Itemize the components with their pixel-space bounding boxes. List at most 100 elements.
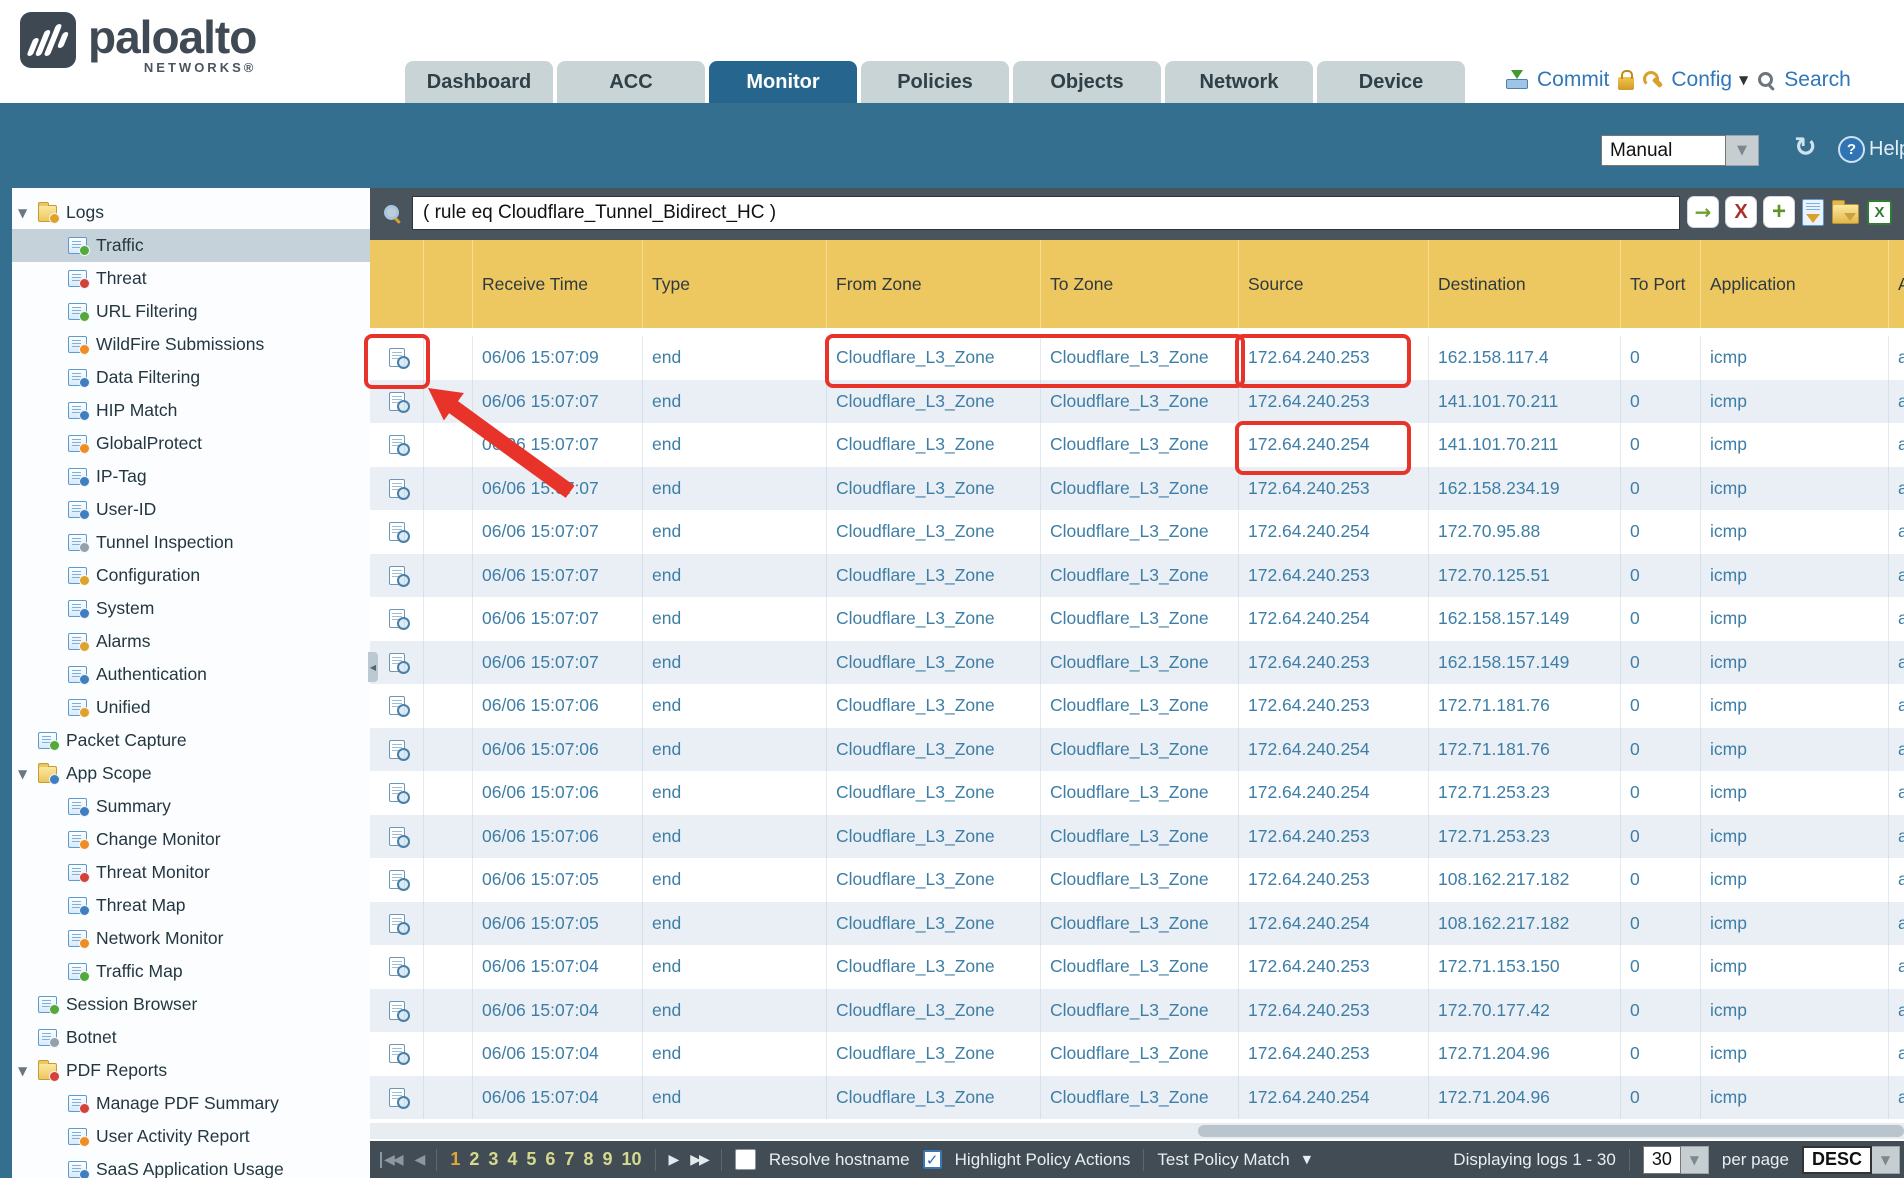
log-detail-icon[interactable] [389, 435, 405, 454]
lock-icon[interactable] [1618, 77, 1634, 90]
cell-from-zone[interactable]: Cloudflare_L3_Zone [826, 771, 1040, 815]
cell-to-port[interactable]: 0 [1620, 380, 1700, 424]
page-number-8[interactable]: 8 [583, 1149, 593, 1170]
cell-application[interactable]: icmp [1700, 467, 1888, 511]
cell-to-zone[interactable]: Cloudflare_L3_Zone [1040, 771, 1238, 815]
cell-destination[interactable]: 172.70.177.42 [1428, 989, 1620, 1033]
cell-from-zone[interactable]: Cloudflare_L3_Zone [826, 336, 1040, 380]
log-row[interactable]: 06/06 15:07:07endCloudflare_L3_ZoneCloud… [370, 467, 1904, 511]
sidebar-item-authentication[interactable]: Authentication [12, 658, 370, 691]
cell-to-zone[interactable]: Cloudflare_L3_Zone [1040, 1032, 1238, 1076]
log-row[interactable]: 06/06 15:07:05endCloudflare_L3_ZoneCloud… [370, 902, 1904, 946]
log-row[interactable]: 06/06 15:07:06endCloudflare_L3_ZoneCloud… [370, 771, 1904, 815]
cell-to-zone[interactable]: Cloudflare_L3_Zone [1040, 336, 1238, 380]
commit-mode-select[interactable]: Manual ▼ [1601, 135, 1759, 166]
cell-source[interactable]: 172.64.240.253 [1238, 554, 1428, 598]
cell-destination[interactable]: 162.158.157.149 [1428, 641, 1620, 685]
cell-destination[interactable]: 172.71.181.76 [1428, 728, 1620, 772]
cell-from-zone[interactable]: Cloudflare_L3_Zone [826, 380, 1040, 424]
tab-objects[interactable]: Objects [1013, 61, 1161, 103]
log-row[interactable]: 06/06 15:07:07endCloudflare_L3_ZoneCloud… [370, 554, 1904, 598]
cell-to-port[interactable]: 0 [1620, 423, 1700, 467]
page-number-2[interactable]: 2 [469, 1149, 479, 1170]
tab-device[interactable]: Device [1317, 61, 1465, 103]
sidebar-item-user-activity-report[interactable]: User Activity Report [12, 1120, 370, 1153]
col-receive-time[interactable]: Receive Time [472, 240, 642, 328]
cell-application[interactable]: icmp [1700, 336, 1888, 380]
log-detail-icon[interactable] [389, 653, 405, 672]
cell-source[interactable]: 172.64.240.254 [1238, 597, 1428, 641]
cell-source[interactable]: 172.64.240.253 [1238, 815, 1428, 859]
cell-from-zone[interactable]: Cloudflare_L3_Zone [826, 858, 1040, 902]
log-detail-icon[interactable] [389, 609, 405, 628]
config-button[interactable]: Config [1671, 68, 1732, 92]
col-application[interactable]: Application [1700, 240, 1888, 328]
first-page-button[interactable]: ◀◀ [380, 1152, 402, 1168]
cell-from-zone[interactable]: Cloudflare_L3_Zone [826, 1032, 1040, 1076]
cell-from-zone[interactable]: Cloudflare_L3_Zone [826, 945, 1040, 989]
help-control[interactable]: ? Help [1838, 136, 1904, 163]
col-type[interactable]: Type [642, 240, 826, 328]
log-detail-icon[interactable] [389, 740, 405, 759]
cell-to-zone[interactable]: Cloudflare_L3_Zone [1040, 858, 1238, 902]
clear-filter-button[interactable]: X [1726, 197, 1756, 227]
log-detail-icon[interactable] [389, 392, 405, 411]
cell-application[interactable]: icmp [1700, 945, 1888, 989]
cell-source[interactable]: 172.64.240.253 [1238, 989, 1428, 1033]
sidebar-item-summary[interactable]: Summary [12, 790, 370, 823]
sort-order-dropdown-button[interactable]: ▼ [1872, 1146, 1900, 1174]
cell-source[interactable]: 172.64.240.253 [1238, 684, 1428, 728]
cell-from-zone[interactable]: Cloudflare_L3_Zone [826, 902, 1040, 946]
sidebar-item-data-filtering[interactable]: Data Filtering [12, 361, 370, 394]
cell-to-zone[interactable]: Cloudflare_L3_Zone [1040, 467, 1238, 511]
sort-order-select[interactable]: DESC ▼ [1802, 1146, 1900, 1174]
sidebar-item-globalprotect[interactable]: GlobalProtect [12, 427, 370, 460]
sidebar-item-manage-pdf-summary[interactable]: Manage PDF Summary [12, 1087, 370, 1120]
add-filter-button[interactable]: + [1764, 197, 1794, 227]
cell-to-port[interactable]: 0 [1620, 554, 1700, 598]
sidebar-item-alarms[interactable]: Alarms [12, 625, 370, 658]
log-detail-icon[interactable] [389, 957, 405, 976]
cell-destination[interactable]: 172.71.181.76 [1428, 684, 1620, 728]
cell-to-zone[interactable]: Cloudflare_L3_Zone [1040, 423, 1238, 467]
config-caret-icon[interactable]: ▼ [1739, 73, 1748, 87]
log-detail-icon[interactable] [389, 1044, 405, 1063]
col-to-port[interactable]: To Port [1620, 240, 1700, 328]
refresh-icon[interactable]: ↻ [1794, 132, 1817, 163]
cell-source[interactable]: 172.64.240.253 [1238, 336, 1428, 380]
cell-application[interactable]: icmp [1700, 815, 1888, 859]
cell-application[interactable]: icmp [1700, 771, 1888, 815]
tab-policies[interactable]: Policies [861, 61, 1009, 103]
cell-application[interactable]: icmp [1700, 510, 1888, 554]
cell-application[interactable]: icmp [1700, 989, 1888, 1033]
cell-source[interactable]: 172.64.240.254 [1238, 510, 1428, 554]
log-detail-icon[interactable] [389, 914, 405, 933]
tab-dashboard[interactable]: Dashboard [405, 61, 553, 103]
cell-destination[interactable]: 108.162.217.182 [1428, 858, 1620, 902]
log-detail-icon[interactable] [389, 870, 405, 889]
col-source[interactable]: Source [1238, 240, 1428, 328]
cell-destination[interactable]: 172.71.153.150 [1428, 945, 1620, 989]
sidebar-item-user-id[interactable]: User-ID [12, 493, 370, 526]
cell-to-zone[interactable]: Cloudflare_L3_Zone [1040, 641, 1238, 685]
sidebar-item-threat-monitor[interactable]: Threat Monitor [12, 856, 370, 889]
cell-to-zone[interactable]: Cloudflare_L3_Zone [1040, 815, 1238, 859]
sidebar-item-hip-match[interactable]: HIP Match [12, 394, 370, 427]
cell-to-zone[interactable]: Cloudflare_L3_Zone [1040, 945, 1238, 989]
sidebar-item-configuration[interactable]: Configuration [12, 559, 370, 592]
cell-destination[interactable]: 172.71.253.23 [1428, 815, 1620, 859]
cell-to-port[interactable]: 0 [1620, 597, 1700, 641]
sidebar-item-tunnel-inspection[interactable]: Tunnel Inspection [12, 526, 370, 559]
col-destination[interactable]: Destination [1428, 240, 1620, 328]
log-row[interactable]: 06/06 15:07:09endCloudflare_L3_ZoneCloud… [370, 336, 1904, 380]
cell-source[interactable]: 172.64.240.253 [1238, 380, 1428, 424]
cell-to-port[interactable]: 0 [1620, 1032, 1700, 1076]
cell-to-port[interactable]: 0 [1620, 1076, 1700, 1120]
cell-source[interactable]: 172.64.240.253 [1238, 945, 1428, 989]
per-page-dropdown-button[interactable]: ▼ [1681, 1146, 1709, 1174]
sidebar-item-traffic[interactable]: Traffic [12, 229, 370, 262]
log-filter-input[interactable] [412, 196, 1680, 230]
highlight-policy-actions-checkbox[interactable]: ✓ [923, 1150, 942, 1169]
cell-source[interactable]: 172.64.240.254 [1238, 728, 1428, 772]
cell-application[interactable]: icmp [1700, 1076, 1888, 1120]
